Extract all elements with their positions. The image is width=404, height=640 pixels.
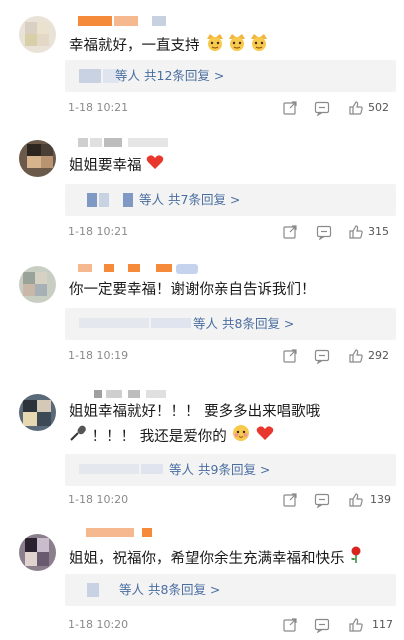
comment-item: 姐姐幸福就好！！！ 要多多出来唱歌哦 ！！！ 我还是爱你的 等人 共9条回复 >… xyxy=(0,380,404,518)
reply-users[interactable]: 等人 xyxy=(139,192,164,207)
reply-users[interactable]: 等人 xyxy=(193,316,218,331)
avatar[interactable] xyxy=(19,394,56,431)
comment-text: 你一定要幸福！谢谢你亲自告诉我们！ xyxy=(69,282,316,298)
comment-text: 姐姐，祝福你，希望你余生充满幸福和快乐 xyxy=(69,546,363,572)
thumbs-up-icon[interactable] xyxy=(348,348,364,364)
comment-icon[interactable] xyxy=(314,100,330,117)
reply-count-link[interactable]: 共7条回复 > xyxy=(168,192,240,207)
share-icon[interactable] xyxy=(282,617,298,633)
reply-count-link[interactable]: 共8条回复 > xyxy=(148,582,220,597)
comment-item: 你一定要幸福！谢谢你亲自告诉我们！ 等人 共8条回复 > 1-18 10:19 … xyxy=(0,256,404,380)
microphone-emoji xyxy=(69,424,87,450)
like-count: 315 xyxy=(368,225,389,238)
comment-text-line2: ！！！ 我还是爱你的 xyxy=(69,424,274,450)
avatar[interactable] xyxy=(19,140,56,177)
crown-face-emoji xyxy=(248,32,270,60)
crown-face-emoji xyxy=(226,32,248,60)
comment-meta: 1-18 10:21 315 xyxy=(68,224,396,241)
rose-emoji xyxy=(349,546,363,572)
reply-summary[interactable]: 等人 共8条回复 > xyxy=(65,574,396,606)
comment-meta: 1-18 10:19 292 xyxy=(68,348,396,365)
reply-count-link[interactable]: 共12条回复 > xyxy=(144,68,224,83)
red-heart-emoji xyxy=(146,154,164,178)
comment-icon[interactable] xyxy=(314,492,330,509)
reply-summary[interactable]: 等人 共9条回复 > xyxy=(65,454,396,486)
avatar[interactable] xyxy=(19,16,56,53)
comment-meta: 1-18 10:20 117 xyxy=(68,617,396,634)
thumbs-up-icon[interactable] xyxy=(348,100,364,116)
thumbs-up-icon[interactable] xyxy=(348,492,364,508)
timestamp: 1-18 10:21 xyxy=(68,101,129,114)
blushing-face-emoji xyxy=(231,424,251,450)
comment-text: 姐姐幸福就好！！！ 要多多出来唱歌哦 xyxy=(69,404,321,420)
crown-face-emoji xyxy=(204,32,226,60)
share-icon[interactable] xyxy=(282,224,298,240)
reply-users[interactable]: 等人 xyxy=(169,462,194,477)
red-heart-emoji xyxy=(256,425,274,449)
share-icon[interactable] xyxy=(282,492,298,508)
like-count: 502 xyxy=(368,101,389,114)
comment-text: 姐姐要幸福 xyxy=(69,154,164,178)
comment-item: 幸福就好，一直支持 等人 共12条回复 > 1-18 10:21 502 xyxy=(0,0,404,128)
comment-item: 姐姐，祝福你，希望你余生充满幸福和快乐 等人 共8条回复 > 1-18 10:2… xyxy=(0,518,404,640)
comment-item: 姐姐要幸福 等人 共7条回复 > 1-18 10:21 315 xyxy=(0,128,404,256)
timestamp: 1-18 10:19 xyxy=(68,349,129,362)
avatar[interactable] xyxy=(19,534,56,571)
avatar[interactable] xyxy=(19,266,56,303)
thumbs-up-icon[interactable] xyxy=(348,617,364,633)
comment-icon[interactable] xyxy=(314,348,330,365)
share-icon[interactable] xyxy=(282,348,298,364)
comment-meta: 1-18 10:21 502 xyxy=(68,100,396,117)
timestamp: 1-18 10:21 xyxy=(68,225,129,238)
reply-users[interactable]: 等人 xyxy=(115,68,140,83)
reply-count-link[interactable]: 共8条回复 > xyxy=(222,316,294,331)
reply-summary[interactable]: 等人 共7条回复 > xyxy=(65,184,396,216)
reply-count-link[interactable]: 共9条回复 > xyxy=(198,462,270,477)
comment-icon[interactable] xyxy=(314,617,330,634)
reply-summary[interactable]: 等人 共8条回复 > xyxy=(65,308,396,340)
thumbs-up-icon[interactable] xyxy=(348,224,364,240)
comment-text: 幸福就好，一直支持 xyxy=(69,32,270,60)
timestamp: 1-18 10:20 xyxy=(68,618,129,631)
reply-summary[interactable]: 等人 共12条回复 > xyxy=(65,60,396,92)
reply-users[interactable]: 等人 xyxy=(119,582,144,597)
comment-icon[interactable] xyxy=(316,224,332,241)
comment-meta: 1-18 10:20 139 xyxy=(68,492,396,509)
share-icon[interactable] xyxy=(282,100,298,116)
like-count: 117 xyxy=(372,618,393,631)
timestamp: 1-18 10:20 xyxy=(68,493,129,506)
like-count: 292 xyxy=(368,349,389,362)
like-count: 139 xyxy=(370,493,391,506)
